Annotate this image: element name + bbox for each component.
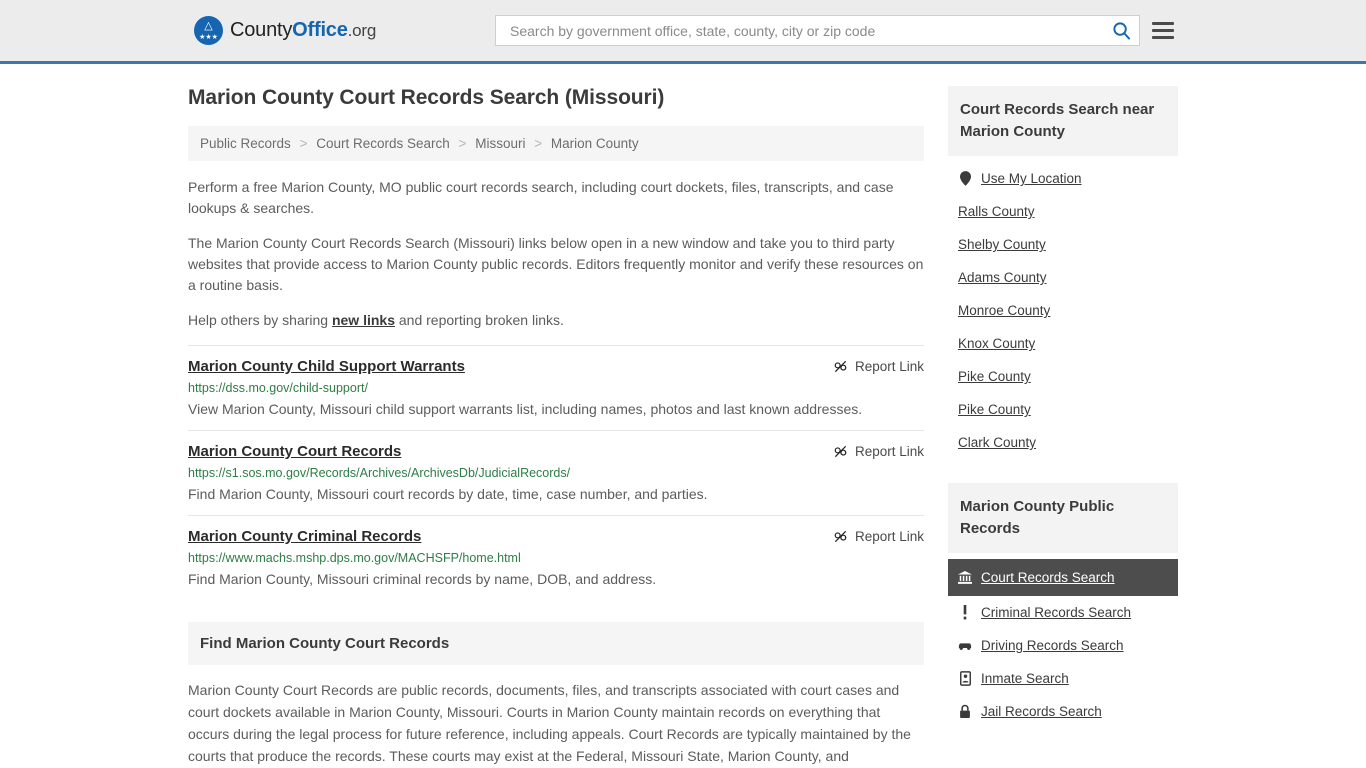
sidebar-item-criminal-records-search[interactable]: Criminal Records Search [948, 596, 1178, 629]
county-link[interactable]: Clark County [958, 435, 1036, 450]
car-icon [958, 640, 972, 651]
exclamation-icon [958, 605, 972, 620]
result-title-link[interactable]: Marion County Child Support Warrants [188, 358, 465, 375]
intro-paragraph-1: Perform a free Marion County, MO public … [188, 179, 894, 216]
broken-link-icon [834, 445, 847, 458]
county-link[interactable]: Pike County [958, 369, 1031, 384]
report-link-label: Report Link [854, 444, 924, 459]
county-link[interactable]: Adams County [958, 270, 1047, 285]
public-records-card: Marion County Public Records Court Recor… [948, 483, 1178, 728]
result-url: https://s1.sos.mo.gov/Records/Archives/A… [188, 466, 571, 480]
id-badge-icon [958, 671, 972, 686]
sidebar-item-label[interactable]: Criminal Records Search [981, 605, 1131, 620]
breadcrumb-item-marion-county[interactable]: Marion County [551, 136, 639, 151]
sidebar-item-inmate-search[interactable]: Inmate Search [948, 662, 1178, 695]
hamburger-bar [1152, 22, 1174, 25]
courthouse-icon [958, 570, 972, 585]
logo-text: CountyOffice.org [230, 19, 376, 42]
find-records-section-heading: Find Marion County Court Records [188, 622, 924, 665]
public-records-list: Court Records Search Criminal Records Se… [948, 553, 1178, 728]
report-link-label: Report Link [854, 529, 924, 544]
breadcrumb-item-public-records[interactable]: Public Records [200, 136, 291, 151]
search-input[interactable] [508, 21, 1112, 40]
breadcrumb: Public Records > Court Records Search > … [188, 126, 924, 161]
result-header: Marion County Criminal Records Report Li… [188, 528, 924, 545]
broken-link-icon [834, 530, 847, 543]
sidebar-county-knox[interactable]: Knox County [948, 327, 1178, 360]
sidebar-county-pike-2[interactable]: Pike County [948, 393, 1178, 426]
breadcrumb-separator: > [299, 136, 308, 151]
breadcrumb-separator: > [458, 136, 467, 151]
sidebar-county-adams[interactable]: Adams County [948, 261, 1178, 294]
help-others-line: Help others by sharing new links and rep… [188, 310, 924, 331]
site-logo[interactable]: △ ★★★ CountyOffice.org [194, 16, 376, 45]
map-pin-icon [958, 171, 972, 186]
new-links-link[interactable]: new links [332, 312, 395, 328]
county-link[interactable]: Knox County [958, 336, 1035, 351]
help-text-before: Help others by sharing [188, 312, 332, 328]
result-title-link[interactable]: Marion County Criminal Records [188, 528, 421, 545]
sidebar-county-shelby[interactable]: Shelby County [948, 228, 1178, 261]
sidebar: Court Records Search near Marion County … [948, 86, 1178, 765]
breadcrumb-separator: > [534, 136, 543, 151]
report-link-button[interactable]: Report Link [833, 528, 924, 544]
report-link-button[interactable]: Report Link [833, 358, 924, 374]
use-my-location-link[interactable]: Use My Location [981, 171, 1082, 186]
sidebar-county-monroe[interactable]: Monroe County [948, 294, 1178, 327]
search-box[interactable] [495, 15, 1140, 46]
result-url: https://dss.mo.gov/child-support/ [188, 381, 368, 395]
result-header: Marion County Court Records Report Link [188, 443, 924, 460]
result-header: Marion County Child Support Warrants Rep… [188, 358, 924, 375]
report-link-label: Report Link [854, 359, 924, 374]
main-content: Marion County Court Records Search (Miss… [188, 86, 924, 765]
sidebar-county-clark[interactable]: Clark County [948, 426, 1178, 459]
page-title: Marion County Court Records Search (Miss… [188, 86, 665, 109]
result-item: Marion County Child Support Warrants Rep… [188, 345, 924, 430]
sidebar-item-driving-records-search[interactable]: Driving Records Search [948, 629, 1178, 662]
sidebar-county-pike-1[interactable]: Pike County [948, 360, 1178, 393]
sidebar-item-court-records-search[interactable]: Court Records Search [948, 559, 1178, 596]
logo-text-tld: .org [347, 21, 377, 40]
result-item: Marion County Criminal Records Report Li… [188, 515, 924, 600]
result-url: https://www.machs.mshp.dps.mo.gov/MACHSF… [188, 551, 521, 565]
logo-text-office: Office [292, 19, 348, 41]
result-description: Find Marion County, Missouri criminal re… [188, 571, 657, 587]
county-link[interactable]: Ralls County [958, 204, 1035, 219]
county-link[interactable]: Shelby County [958, 237, 1046, 252]
hamburger-bar [1152, 29, 1174, 32]
sidebar-county-ralls[interactable]: Ralls County [948, 195, 1178, 228]
result-description: Find Marion County, Missouri court recor… [188, 486, 708, 502]
sidebar-item-label[interactable]: Driving Records Search [981, 638, 1124, 653]
report-link-button[interactable]: Report Link [833, 443, 924, 459]
sidebar-item-label[interactable]: Jail Records Search [981, 704, 1102, 719]
sidebar-item-label[interactable]: Court Records Search [981, 570, 1115, 585]
result-title-link[interactable]: Marion County Court Records [188, 443, 401, 460]
county-link[interactable]: Monroe County [958, 303, 1050, 318]
search-icon[interactable] [1112, 21, 1131, 40]
site-header: △ ★★★ CountyOffice.org [0, 0, 1366, 64]
public-records-card-heading: Marion County Public Records [948, 483, 1178, 553]
lock-icon [958, 704, 972, 719]
use-my-location-item[interactable]: Use My Location [948, 162, 1178, 195]
county-link[interactable]: Pike County [958, 402, 1031, 417]
broken-link-icon [834, 360, 847, 373]
nearby-county-list: Use My Location Ralls County Shelby Coun… [948, 156, 1178, 459]
page-body: Marion County Court Records Search (Miss… [0, 64, 1366, 765]
find-records-section-body: Marion County Court Records are public r… [188, 682, 911, 764]
hamburger-menu-icon[interactable] [1152, 22, 1174, 39]
sidebar-item-label[interactable]: Inmate Search [981, 671, 1069, 686]
breadcrumb-item-missouri[interactable]: Missouri [475, 136, 525, 151]
logo-text-county: County [230, 19, 293, 41]
hamburger-bar [1152, 36, 1174, 39]
eagle-seal-icon: △ ★★★ [194, 16, 223, 45]
intro-paragraph-2: The Marion County Court Records Search (… [188, 235, 924, 293]
help-text-after: and reporting broken links. [395, 312, 564, 328]
result-description: View Marion County, Missouri child suppo… [188, 401, 863, 417]
sidebar-item-jail-records-search[interactable]: Jail Records Search [948, 695, 1178, 728]
nearby-card-heading: Court Records Search near Marion County [948, 86, 1178, 156]
breadcrumb-item-court-records-search[interactable]: Court Records Search [316, 136, 450, 151]
result-item: Marion County Court Records Report Link … [188, 430, 924, 515]
